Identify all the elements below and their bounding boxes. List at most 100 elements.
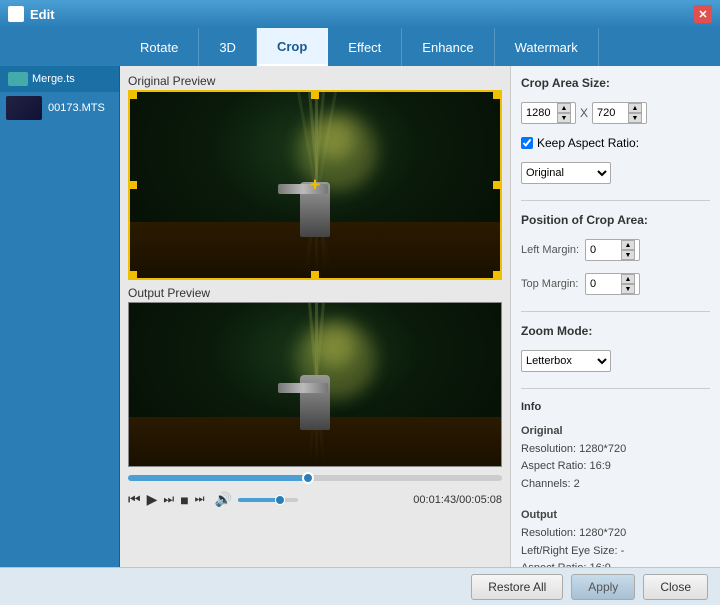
tab-effect[interactable]: Effect	[328, 28, 402, 66]
aspect-select-row: Original 16:9 4:3	[521, 162, 710, 184]
crop-handle-tl[interactable]	[129, 91, 137, 99]
tab-crop[interactable]: Crop	[257, 28, 328, 66]
progress-fill	[128, 475, 308, 481]
file-item[interactable]: 00173.MTS	[0, 92, 119, 124]
crop-size-title: Crop Area Size:	[521, 76, 710, 90]
top-margin-down[interactable]: ▼	[621, 284, 635, 294]
info-output-aspect: Aspect Ratio: 16:9	[521, 560, 710, 567]
crop-handle-bm[interactable]	[311, 271, 319, 279]
volume-bar[interactable]	[238, 498, 298, 502]
merge-label: Merge.ts	[32, 73, 75, 85]
top-margin-arrows[interactable]: ▲ ▼	[621, 274, 635, 294]
apply-button[interactable]: Apply	[571, 574, 635, 600]
height-arrows[interactable]: ▲ ▼	[628, 103, 642, 123]
stop-button[interactable]: ■	[180, 492, 188, 508]
volume-icon: 🔊	[215, 491, 232, 508]
original-preview-frame: +	[128, 90, 502, 280]
left-margin-value: 0	[590, 244, 596, 256]
output-preview-frame	[128, 302, 502, 467]
tab-enhance[interactable]: Enhance	[402, 28, 494, 66]
close-button[interactable]: Close	[643, 574, 708, 600]
prev-button[interactable]: ⏮	[128, 491, 141, 508]
file-panel: Merge.ts 00173.MTS	[0, 66, 120, 567]
restore-all-button[interactable]: Restore All	[471, 574, 563, 600]
scene-crossbar	[278, 184, 328, 194]
output-preview-section: Output Preview	[128, 286, 502, 467]
info-output-header: Output	[521, 507, 710, 525]
zoom-mode-select[interactable]: Letterbox Pan & Scan Full	[521, 350, 611, 372]
top-margin-row: Top Margin: 0 ▲ ▼	[521, 273, 710, 295]
left-margin-up[interactable]: ▲	[621, 240, 635, 250]
height-up[interactable]: ▲	[628, 103, 642, 113]
divider-2	[521, 311, 710, 312]
close-window-button[interactable]: ✕	[694, 5, 712, 23]
x-separator: X	[580, 106, 588, 120]
info-original-resolution: Resolution: 1280*720	[521, 441, 710, 459]
keep-aspect-checkbox[interactable]	[521, 137, 533, 149]
merge-icon	[8, 72, 28, 86]
crop-handle-br[interactable]	[493, 271, 501, 279]
end-button[interactable]: ⏭	[195, 493, 205, 506]
width-up[interactable]: ▲	[557, 103, 571, 113]
next-frame-button[interactable]: ⏭	[163, 492, 174, 507]
volume-fill	[238, 498, 280, 502]
height-input[interactable]: 720 ▲ ▼	[592, 102, 647, 124]
crop-handle-rm[interactable]	[493, 181, 501, 189]
info-header: Info	[521, 401, 710, 413]
info-output-eye-size: Left/Right Eye Size: -	[521, 543, 710, 561]
crop-handle-bl[interactable]	[129, 271, 137, 279]
top-margin-input[interactable]: 0 ▲ ▼	[585, 273, 640, 295]
play-button[interactable]: ▶	[147, 491, 158, 508]
left-margin-input[interactable]: 0 ▲ ▼	[585, 239, 640, 261]
left-margin-label: Left Margin:	[521, 244, 581, 256]
output-scene-crossbar	[278, 383, 328, 393]
keep-aspect-label: Keep Aspect Ratio:	[537, 136, 639, 150]
output-preview-label: Output Preview	[128, 286, 502, 300]
preview-area: Original Preview +	[120, 66, 510, 567]
info-original: Original Resolution: 1280*720 Aspect Rat…	[521, 423, 710, 493]
crop-handle-tr[interactable]	[493, 91, 501, 99]
original-scene: +	[130, 92, 500, 278]
zoom-mode-title: Zoom Mode:	[521, 324, 710, 338]
window-title: Edit	[30, 7, 55, 22]
height-value: 720	[597, 107, 615, 119]
progress-bar[interactable]	[128, 475, 502, 481]
info-original-header: Original	[521, 423, 710, 441]
divider-3	[521, 388, 710, 389]
width-down[interactable]: ▼	[557, 113, 571, 123]
original-preview-label: Original Preview	[128, 74, 502, 88]
top-margin-value: 0	[590, 278, 596, 290]
tab-rotate[interactable]: Rotate	[120, 28, 199, 66]
left-margin-row: Left Margin: 0 ▲ ▼	[521, 239, 710, 261]
crop-handle-tm[interactable]	[311, 91, 319, 99]
height-down[interactable]: ▼	[628, 113, 642, 123]
original-preview-section: Original Preview +	[128, 74, 502, 280]
left-margin-down[interactable]: ▼	[621, 250, 635, 260]
progress-thumb[interactable]	[302, 472, 314, 484]
tab-3d[interactable]: 3D	[199, 28, 257, 66]
top-margin-up[interactable]: ▲	[621, 274, 635, 284]
aspect-select[interactable]: Original 16:9 4:3	[521, 162, 611, 184]
app-icon	[8, 6, 24, 22]
info-output: Output Resolution: 1280*720 Left/Right E…	[521, 507, 710, 567]
zoom-select-row: Letterbox Pan & Scan Full	[521, 350, 710, 372]
crop-handle-lm[interactable]	[129, 181, 137, 189]
info-original-channels: Channels: 2	[521, 476, 710, 494]
position-title: Position of Crop Area:	[521, 213, 710, 227]
width-input[interactable]: 1280 ▲ ▼	[521, 102, 576, 124]
left-margin-arrows[interactable]: ▲ ▼	[621, 240, 635, 260]
output-scene	[129, 303, 501, 466]
info-output-resolution: Resolution: 1280*720	[521, 525, 710, 543]
file-name: 00173.MTS	[48, 102, 105, 114]
bottom-bar: Restore All Apply Close	[0, 567, 720, 605]
top-margin-label: Top Margin:	[521, 278, 581, 290]
volume-thumb[interactable]	[275, 495, 285, 505]
tab-bar: Rotate 3D Crop Effect Enhance Watermark	[0, 28, 720, 66]
size-field-row: 1280 ▲ ▼ X 720 ▲ ▼	[521, 102, 710, 124]
controls-row: ⏮ ▶ ⏭ ■ ⏭ 🔊 00:01:43/00:05:08	[128, 489, 502, 510]
merge-bar: Merge.ts	[0, 66, 119, 92]
tab-watermark[interactable]: Watermark	[495, 28, 599, 66]
progress-row	[128, 473, 502, 483]
width-arrows[interactable]: ▲ ▼	[557, 103, 571, 123]
width-value: 1280	[526, 107, 550, 119]
